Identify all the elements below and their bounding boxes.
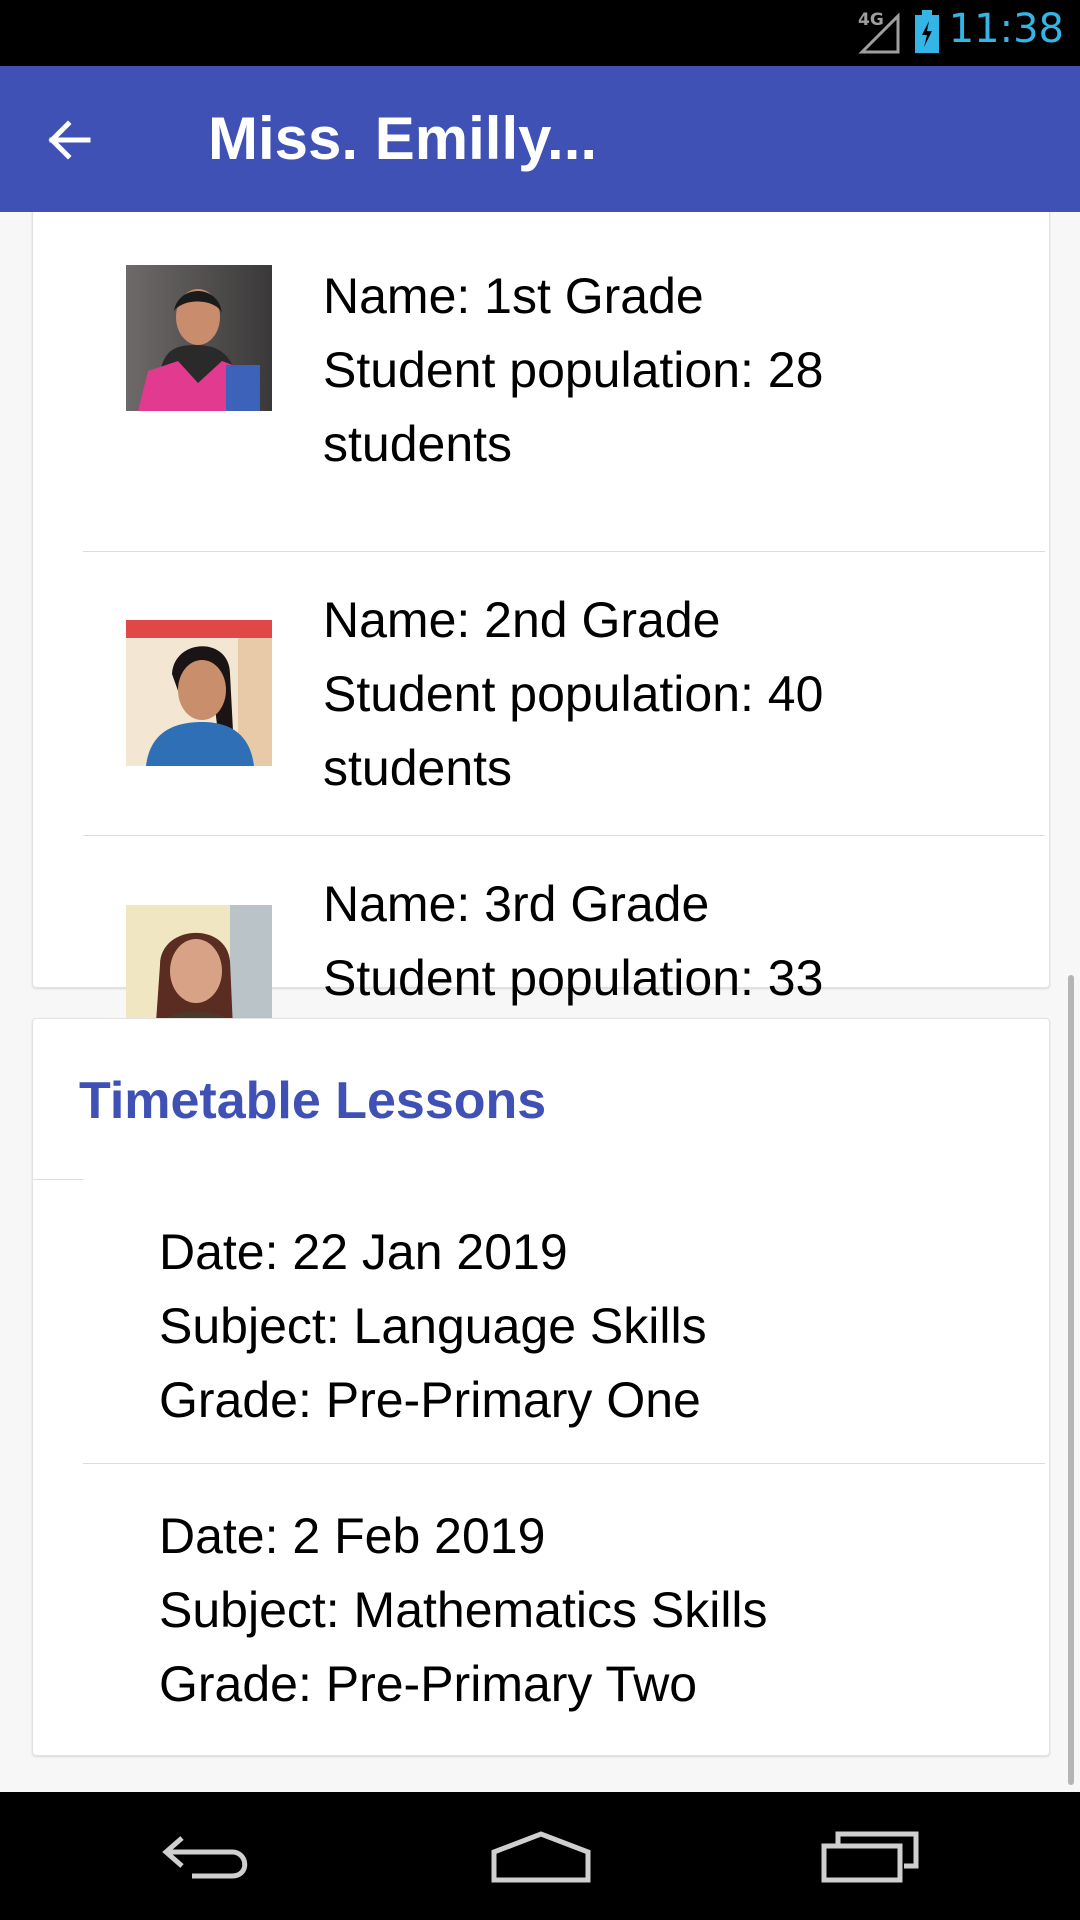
cellular-signal-icon: 4G xyxy=(858,10,900,54)
avatar xyxy=(126,620,272,766)
lesson-subject: Subject: Language Skills xyxy=(159,1298,707,1354)
class-info: Name: 2nd Grade Student population: 40 s… xyxy=(323,583,823,805)
divider xyxy=(33,1179,83,1180)
lesson-date: Date: 22 Jan 2019 xyxy=(159,1224,568,1280)
navigation-bar xyxy=(0,1792,1080,1920)
class-population: Student population: 40 xyxy=(323,666,824,722)
lesson-subject: Subject: Mathematics Skills xyxy=(159,1582,768,1638)
timetable-card: Timetable Lessons Date: 22 Jan 2019 Subj… xyxy=(32,1018,1050,1756)
lesson-info: Date: 2 Feb 2019 Subject: Mathematics Sk… xyxy=(159,1499,768,1721)
classes-card: Name: 1st Grade Student population: 28 s… xyxy=(32,212,1050,1120)
recents-icon[interactable] xyxy=(816,1826,926,1886)
class-name: Name: 2nd Grade xyxy=(323,592,721,648)
lesson-grade: Grade: Pre-Primary One xyxy=(159,1372,701,1428)
lesson-info: Date: 22 Jan 2019 Subject: Language Skil… xyxy=(159,1215,707,1437)
clock: 11:38 xyxy=(948,6,1064,52)
class-population: Student population: 33 xyxy=(323,950,824,1006)
class-info: Name: 1st Grade Student population: 28 s… xyxy=(323,259,823,481)
lesson-date: Date: 2 Feb 2019 xyxy=(159,1508,546,1564)
back-icon[interactable] xyxy=(156,1826,266,1886)
content-scroll[interactable]: Name: 1st Grade Student population: 28 s… xyxy=(0,212,1080,1792)
status-bar: 4G 11:38 xyxy=(0,0,1080,66)
battery-icon xyxy=(914,10,940,54)
class-name: Name: 1st Grade xyxy=(323,268,704,324)
avatar xyxy=(126,265,272,411)
page-title: Miss. Emilly... xyxy=(208,105,598,172)
section-title: Timetable Lessons xyxy=(79,1072,547,1130)
class-population-unit: students xyxy=(323,740,513,796)
list-item[interactable]: Name: 1st Grade Student population: 28 s… xyxy=(83,212,1045,552)
class-population-unit: students xyxy=(323,416,513,472)
list-item[interactable]: Date: 2 Feb 2019 Subject: Mathematics Sk… xyxy=(83,1463,1045,1753)
scrollbar[interactable] xyxy=(1068,975,1074,1785)
class-name: Name: 3rd Grade xyxy=(323,876,710,932)
back-arrow-icon[interactable] xyxy=(42,114,94,166)
class-population: Student population: 28 xyxy=(323,342,824,398)
lesson-grade: Grade: Pre-Primary Two xyxy=(159,1656,698,1712)
app-bar: Miss. Emilly... xyxy=(0,66,1080,212)
list-item[interactable]: Date: 22 Jan 2019 Subject: Language Skil… xyxy=(83,1179,1045,1464)
list-item[interactable]: Name: 2nd Grade Student population: 40 s… xyxy=(83,551,1045,836)
network-type-label: 4G xyxy=(858,10,884,30)
home-icon[interactable] xyxy=(486,1826,596,1886)
